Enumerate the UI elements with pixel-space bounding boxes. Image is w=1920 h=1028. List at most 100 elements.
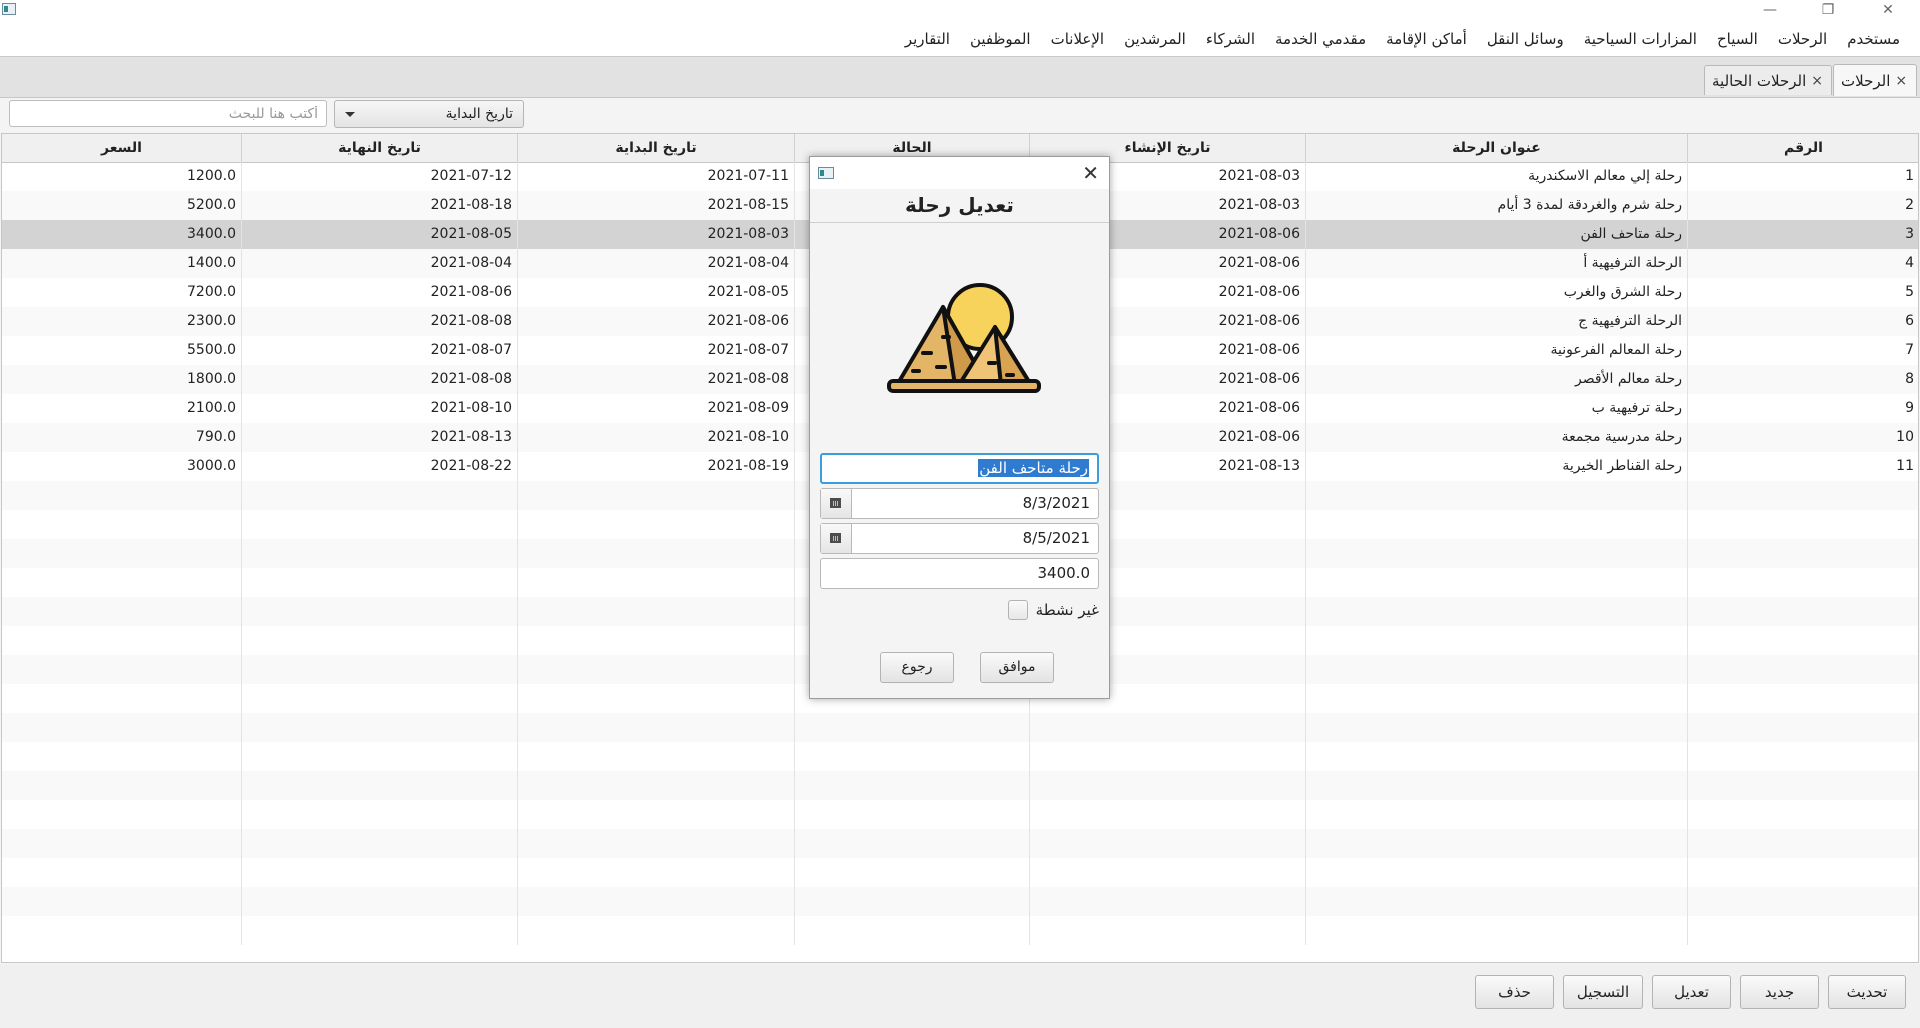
tab-current-trips[interactable]: الرحلات الحالية ×	[1704, 65, 1832, 95]
table-cell	[1306, 568, 1688, 597]
table-cell	[2, 626, 242, 655]
delete-button[interactable]: حذف	[1475, 975, 1554, 1009]
table-cell	[2, 742, 242, 771]
search-filter-dropdown[interactable]: تاريخ البداية	[334, 100, 524, 128]
table-cell: 2300.0	[2, 307, 242, 336]
end-date-picker[interactable]: 8/5/2021	[820, 523, 1099, 554]
menu-item[interactable]: المزارات السياحية	[1574, 30, 1707, 48]
close-icon[interactable]: ✕	[1082, 161, 1099, 185]
menu-item[interactable]: الرحلات	[1768, 30, 1837, 48]
table-cell	[2, 713, 242, 742]
table-cell: 2100.0	[2, 394, 242, 423]
close-window-button[interactable]: ✕	[1868, 0, 1908, 22]
table-cell	[518, 481, 795, 510]
column-header[interactable]: عنوان الرحلة	[1306, 134, 1688, 162]
app-icon	[818, 167, 834, 179]
app-icon	[2, 3, 16, 15]
search-input[interactable]	[10, 101, 326, 126]
table-cell	[1688, 626, 1918, 655]
table-cell	[518, 887, 795, 916]
table-cell: 6	[1688, 307, 1918, 336]
menu-item[interactable]: التقارير	[895, 30, 960, 48]
table-cell	[518, 858, 795, 887]
table-cell: الرحلة الترفيهية أ	[1306, 249, 1688, 278]
tab-label: الرحلات	[1841, 71, 1891, 90]
table-cell	[518, 742, 795, 771]
column-header[interactable]: الرقم	[1688, 134, 1918, 162]
table-cell	[1306, 510, 1688, 539]
table-cell: 7	[1688, 336, 1918, 365]
close-icon[interactable]: ×	[1811, 73, 1823, 89]
table-cell: 1	[1688, 162, 1918, 191]
trip-name-field[interactable]: رحلة متاحف الفن	[820, 453, 1099, 484]
ok-button[interactable]: موافق	[980, 652, 1054, 683]
back-button[interactable]: رجوع	[880, 652, 954, 683]
table-cell	[1306, 829, 1688, 858]
table-cell	[795, 713, 1030, 742]
menu-item[interactable]: الموظفين	[960, 30, 1041, 48]
calendar-button[interactable]	[821, 524, 852, 553]
table-cell: 8	[1688, 365, 1918, 394]
table-cell	[518, 539, 795, 568]
minimize-button[interactable]: —	[1750, 0, 1790, 22]
inactive-checkbox-row[interactable]: غير نشطة	[1007, 599, 1099, 621]
tab-trips[interactable]: الرحلات ×	[1833, 64, 1917, 96]
search-field[interactable]	[9, 100, 327, 127]
table-cell	[242, 829, 518, 858]
table-cell: 2021-08-10	[242, 394, 518, 423]
menu-item[interactable]: الشركاء	[1196, 30, 1265, 48]
menu-item[interactable]: وسائل النقل	[1477, 30, 1574, 48]
column-header[interactable]: تاريخ البداية	[518, 134, 795, 162]
table-cell	[1688, 858, 1918, 887]
table-row[interactable]	[2, 858, 1918, 887]
start-date-picker[interactable]: 8/3/2021	[820, 488, 1099, 519]
menu-item[interactable]: أماكن الإقامة	[1376, 30, 1477, 48]
menu-item[interactable]: مستخدم	[1837, 30, 1910, 48]
menu-item[interactable]: الإعلانات	[1041, 30, 1115, 48]
table-cell: 2021-08-13	[242, 423, 518, 452]
table-cell: 2021-08-06	[518, 307, 795, 336]
table-cell	[795, 916, 1030, 945]
refresh-button[interactable]: تحديث	[1828, 975, 1906, 1009]
menu-item[interactable]: مقدمي الخدمة	[1265, 30, 1376, 48]
column-header[interactable]: السعر	[2, 134, 242, 162]
new-button[interactable]: جديد	[1740, 975, 1819, 1009]
edit-trip-dialog: ✕ تعديل رحلة رحلة متاحف الفن 8/3/2021 8/…	[809, 156, 1110, 699]
table-row[interactable]	[2, 771, 1918, 800]
inactive-checkbox[interactable]	[1007, 600, 1028, 620]
end-date-value: 8/5/2021	[1022, 529, 1090, 547]
table-row[interactable]	[2, 742, 1918, 771]
table-cell	[1030, 887, 1306, 916]
table-cell: الرحلة الترفيهية ج	[1306, 307, 1688, 336]
calendar-button[interactable]	[821, 489, 852, 518]
table-row[interactable]	[2, 916, 1918, 945]
table-cell: 2021-08-06	[242, 278, 518, 307]
table-row[interactable]	[2, 713, 1918, 742]
table-cell	[518, 713, 795, 742]
close-icon[interactable]: ×	[1895, 73, 1907, 89]
tab-label: الرحلات الحالية	[1712, 71, 1807, 90]
table-cell	[1688, 597, 1918, 626]
register-button[interactable]: التسجيل	[1563, 975, 1643, 1009]
table-cell	[2, 771, 242, 800]
table-cell	[1306, 800, 1688, 829]
table-cell	[1688, 887, 1918, 916]
menu-item[interactable]: السياح	[1707, 30, 1768, 48]
table-row[interactable]	[2, 829, 1918, 858]
table-row[interactable]	[2, 887, 1918, 916]
table-cell	[795, 742, 1030, 771]
table-cell: 5200.0	[2, 191, 242, 220]
edit-button[interactable]: تعديل	[1652, 975, 1731, 1009]
restore-button[interactable]: ❐	[1808, 0, 1848, 22]
table-row[interactable]	[2, 800, 1918, 829]
menu-item[interactable]: المرشدين	[1114, 30, 1196, 48]
table-cell	[1030, 742, 1306, 771]
table-cell	[2, 684, 242, 713]
table-cell: 5500.0	[2, 336, 242, 365]
price-field[interactable]: 3400.0	[820, 558, 1099, 589]
column-header[interactable]: تاريخ النهاية	[242, 134, 518, 162]
table-cell	[2, 916, 242, 945]
table-cell	[2, 829, 242, 858]
table-cell: رحلة متاحف الفن	[1306, 220, 1688, 249]
table-cell: 2021-08-05	[242, 220, 518, 249]
